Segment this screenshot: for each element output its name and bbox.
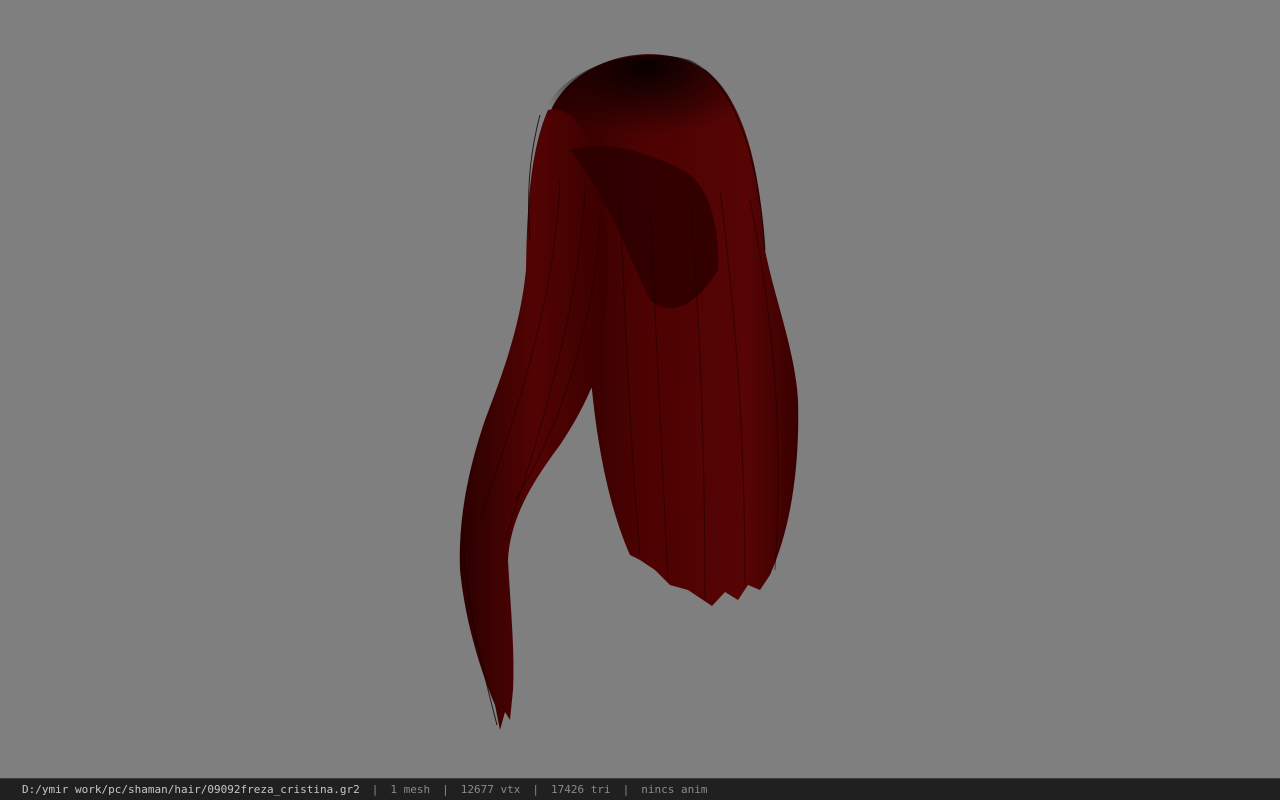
separator: | [371,783,379,796]
mesh-count: 1 mesh [390,783,431,796]
separator: | [442,783,449,796]
file-path: D:/ymir work/pc/shaman/hair/09092freza_c… [22,783,360,796]
3d-viewport[interactable] [0,0,1280,778]
status-bar: D:/ymir work/pc/shaman/hair/09092freza_c… [0,778,1280,800]
vertex-count: 12677 vtx [460,783,521,796]
triangle-count: 17426 tri [551,783,611,796]
separator: | [532,783,539,796]
separator: | [622,783,630,796]
anim-status: nincs anim [641,783,708,796]
hair-model[interactable] [0,0,1280,778]
hair-left-strand [459,109,608,730]
